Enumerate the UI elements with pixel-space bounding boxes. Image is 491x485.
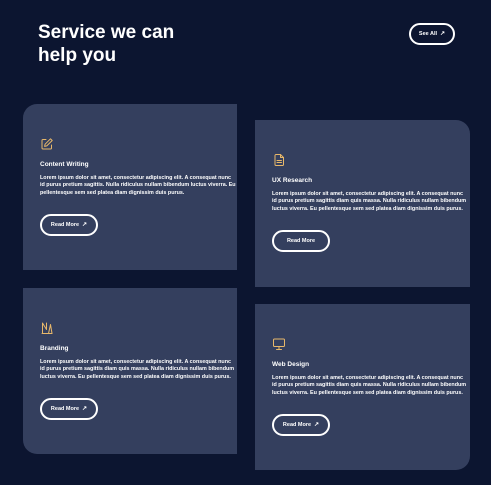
arrow-up-right-icon: ↗ xyxy=(82,406,88,412)
card-description: Lorem ipsum dolor sit amet, consectetur … xyxy=(40,359,235,380)
read-more-button[interactable]: Read More xyxy=(272,230,330,252)
card-description: Lorem ipsum dolor sit amet, consectetur … xyxy=(272,375,467,396)
service-card-content-writing: Content Writing Lorem ipsum dolor sit am… xyxy=(23,104,237,270)
read-more-button[interactable]: Read More ↗ xyxy=(40,214,98,236)
see-all-label: See All xyxy=(418,31,438,37)
arrow-up-right-icon: ↗ xyxy=(314,422,320,428)
document-icon xyxy=(272,153,286,167)
services-section: Service we can help you See All ↗ Conten… xyxy=(0,0,491,485)
service-card-branding: Branding Lorem ipsum dolor sit amet, con… xyxy=(23,288,237,454)
arrow-up-right-icon: ↗ xyxy=(82,222,88,228)
card-description: Lorem ipsum dolor sit amet, consectetur … xyxy=(40,175,236,196)
service-card-web-design: Web Design Lorem ipsum dolor sit amet, c… xyxy=(255,304,470,470)
read-more-label: Read More xyxy=(50,222,80,228)
edit-icon xyxy=(40,137,54,151)
section-title: Service we can help you xyxy=(38,22,175,66)
card-description: Lorem ipsum dolor sit amet, consectetur … xyxy=(272,191,467,212)
card-title: UX Research xyxy=(272,177,313,184)
card-title: Branding xyxy=(40,345,69,352)
read-more-button[interactable]: Read More ↗ xyxy=(272,414,330,436)
see-all-button[interactable]: See All ↗ xyxy=(409,23,455,45)
card-title: Web Design xyxy=(272,361,310,368)
read-more-button[interactable]: Read More ↗ xyxy=(40,398,98,420)
service-card-ux-research: UX Research Lorem ipsum dolor sit amet, … xyxy=(255,120,470,287)
branding-icon xyxy=(40,321,54,335)
read-more-label: Read More xyxy=(286,238,316,244)
monitor-icon xyxy=(272,337,286,351)
card-title: Content Writing xyxy=(40,161,89,168)
read-more-label: Read More xyxy=(50,406,80,412)
arrow-up-right-icon: ↗ xyxy=(440,31,446,37)
read-more-label: Read More xyxy=(282,422,312,428)
